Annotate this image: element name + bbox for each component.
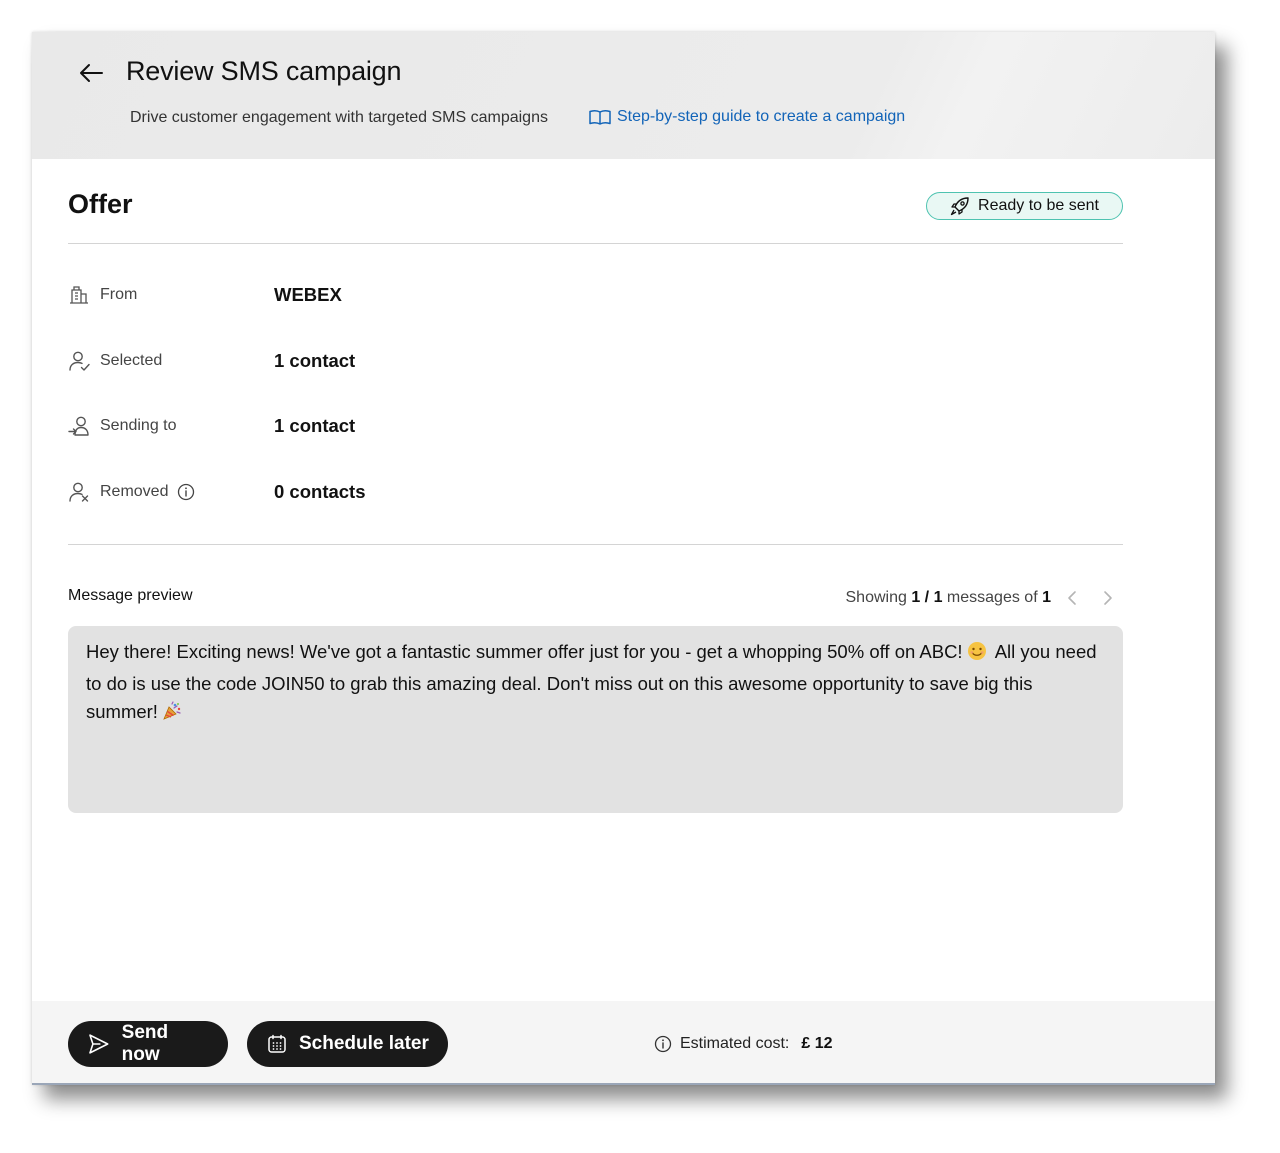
status-badge: Ready to be sent [926,192,1123,220]
cost-value: £ 12 [801,1035,833,1052]
status-label: Ready to be sent [978,197,1099,214]
info-icon[interactable] [177,483,195,501]
send-now-button[interactable]: Send now [68,1021,228,1067]
info-icon [654,1035,672,1053]
removed-label: Removed [100,483,169,500]
send-now-label: Send now [121,1022,169,1065]
schedule-later-label: Schedule later [299,1033,429,1054]
building-icon [70,286,88,304]
divider [68,243,1123,244]
removed-value: 0 contacts [274,481,366,502]
sending-to-value: 1 contact [274,415,356,436]
detail-row-sending-to: Sending to 1 contact [68,411,668,441]
campaign-review-window: Review SMS campaign Drive customer engag… [32,32,1215,1085]
sending-to-label: Sending to [100,417,177,434]
message-pager: Showing 1 / 1 messages of 1 [846,583,1124,613]
user-remove-icon [69,482,89,502]
arrow-left-icon [80,64,103,82]
book-icon [589,110,611,125]
smiling-face-icon [967,641,987,670]
estimated-cost: Estimated cost: £ 12 [654,1031,833,1057]
detail-row-selected: Selected 1 contact [68,346,668,376]
cost-label: Estimated cost: [680,1035,790,1052]
campaign-name: Offer [68,189,133,219]
message-preview-box: Hey there! Exciting news! We've got a fa… [68,626,1123,813]
page-subtitle: Drive customer engagement with targeted … [130,109,548,126]
calendar-icon [268,1034,286,1053]
previous-message-button[interactable] [1057,583,1087,613]
detail-row-removed: Removed 0 contacts [68,477,668,507]
page-header: Review SMS campaign Drive customer engag… [32,32,1215,159]
chevron-left-icon [1068,591,1076,605]
send-icon [89,1034,109,1054]
message-text-part1: Hey there! Exciting news! We've got a fa… [86,641,963,662]
user-check-icon [69,351,90,371]
party-popper-icon [162,701,182,730]
guide-link-label: Step-by-step guide to create a campaign [617,108,906,125]
from-value: WEBEX [274,284,342,305]
schedule-later-button[interactable]: Schedule later [247,1021,448,1067]
from-label: From [100,286,138,303]
pager-text: Showing 1 / 1 messages of 1 [845,589,1052,606]
rocket-icon [950,197,969,216]
page-title: Review SMS campaign [126,56,402,86]
next-message-button[interactable] [1093,583,1123,613]
divider [68,544,1123,545]
guide-link[interactable]: Step-by-step guide to create a campaign [589,108,905,126]
selected-label: Selected [100,352,163,369]
chevron-right-icon [1104,591,1112,605]
back-button[interactable] [76,58,106,88]
detail-row-from: From WEBEX [68,280,668,310]
action-footer: Send now Schedule later Estimated cost: … [32,1001,1215,1085]
selected-value: 1 contact [274,350,356,371]
message-preview-label: Message preview [68,587,193,604]
user-send-icon [68,416,89,436]
